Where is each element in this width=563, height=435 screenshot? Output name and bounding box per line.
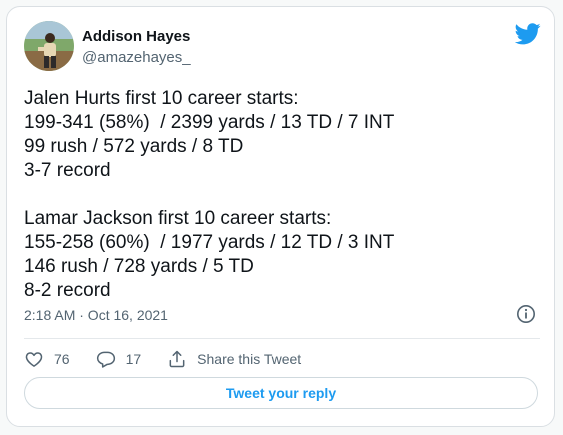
tweet-line: 146 rush / 728 yards / 5 TD (24, 256, 254, 277)
reply-button[interactable]: 17 (96, 349, 142, 369)
info-icon[interactable] (516, 304, 536, 324)
heart-icon (25, 352, 43, 367)
divider (24, 338, 540, 339)
like-button[interactable]: 76 (24, 349, 70, 369)
tweet-line: 3-7 record (24, 160, 111, 181)
tweet-line: 155-258 (60%) / 1977 yards / 12 TD / 3 I… (24, 232, 395, 253)
tweet-line: Lamar Jackson first 10 career starts: (24, 208, 332, 229)
tweet-line: Jalen Hurts first 10 career starts: (24, 88, 299, 109)
tweet-line: 199-341 (58%) / 2399 yards / 13 TD / 7 I… (24, 112, 395, 133)
avatar[interactable] (24, 21, 74, 71)
tweet-actions: 76 17 Share this Tweet (24, 347, 327, 371)
tweet-card: Addison Hayes @amazehayes_ Jalen Hurts f… (6, 6, 555, 427)
tweet-line: 99 rush / 572 yards / 8 TD (24, 136, 244, 157)
share-button[interactable]: Share this Tweet (167, 349, 301, 369)
tweet-text: Jalen Hurts first 10 career starts: 199-… (24, 87, 544, 303)
author-handle[interactable]: @amazehayes_ (82, 49, 191, 66)
share-label: Share this Tweet (197, 351, 302, 367)
tweet-timestamp[interactable]: 2:18 AM · Oct 16, 2021 (24, 307, 168, 323)
reply-count: 17 (125, 351, 142, 367)
author-name[interactable]: Addison Hayes (82, 28, 190, 45)
share-icon (169, 350, 185, 368)
reply-bubble-icon (96, 351, 115, 368)
tweet-your-reply-button[interactable]: Tweet your reply (24, 377, 538, 409)
tweet-line: 8-2 record (24, 280, 111, 301)
twitter-bird-icon[interactable] (514, 23, 541, 45)
like-count: 76 (54, 351, 70, 367)
